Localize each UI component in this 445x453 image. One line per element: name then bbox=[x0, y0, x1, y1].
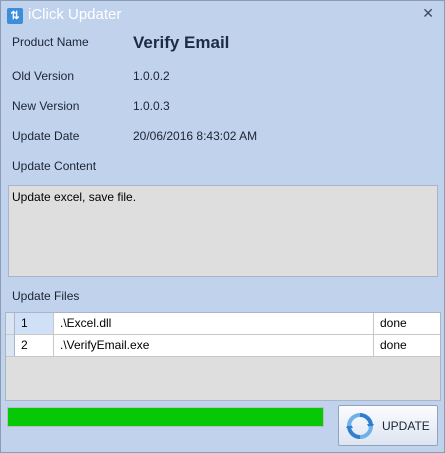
file-status-cell[interactable]: done bbox=[374, 335, 440, 356]
title-bar[interactable]: ⇅ iClick Updater ✕ bbox=[1, 1, 444, 29]
row-header[interactable] bbox=[6, 313, 15, 334]
old-version-label: Old Version bbox=[12, 69, 75, 83]
file-index-cell[interactable]: 1 bbox=[15, 313, 54, 334]
table-row[interactable]: 2 .\VerifyEmail.exe done bbox=[6, 335, 440, 357]
update-files-grid[interactable]: 1 .\Excel.dll done 2 .\VerifyEmail.exe d… bbox=[5, 312, 441, 401]
update-progress-bar bbox=[7, 407, 324, 427]
update-files-label: Update Files bbox=[12, 289, 80, 303]
update-content-label: Update Content bbox=[12, 159, 97, 173]
product-name-value: Verify Email bbox=[133, 33, 230, 52]
window-title: iClick Updater bbox=[28, 6, 122, 23]
old-version-value: 1.0.0.2 bbox=[133, 69, 170, 83]
close-icon[interactable]: ✕ bbox=[422, 5, 434, 22]
update-content-box[interactable]: Update excel, save file. bbox=[8, 185, 438, 277]
update-button[interactable]: UPDATE bbox=[338, 405, 438, 446]
update-content-text: Update excel, save file. bbox=[12, 190, 137, 204]
updater-window: ⇅ iClick Updater ✕ Product Name Verify E… bbox=[0, 0, 445, 453]
file-path-cell[interactable]: .\VerifyEmail.exe bbox=[54, 335, 374, 356]
new-version-value: 1.0.0.3 bbox=[133, 99, 170, 113]
product-name-label: Product Name bbox=[12, 35, 89, 49]
file-index-cell[interactable]: 2 bbox=[15, 335, 54, 356]
table-row[interactable]: 1 .\Excel.dll done bbox=[6, 313, 440, 335]
progress-fill bbox=[8, 408, 323, 426]
file-path-cell[interactable]: .\Excel.dll bbox=[54, 313, 374, 334]
new-version-label: New Version bbox=[12, 99, 80, 113]
update-date-value: 20/06/2016 8:43:02 AM bbox=[133, 129, 258, 143]
row-header[interactable] bbox=[6, 335, 15, 356]
refresh-icon bbox=[346, 413, 374, 439]
update-date-label: Update Date bbox=[12, 129, 80, 143]
file-status-cell[interactable]: done bbox=[374, 313, 440, 334]
update-button-label: UPDATE bbox=[382, 419, 430, 433]
updater-app-icon: ⇅ bbox=[7, 8, 23, 24]
